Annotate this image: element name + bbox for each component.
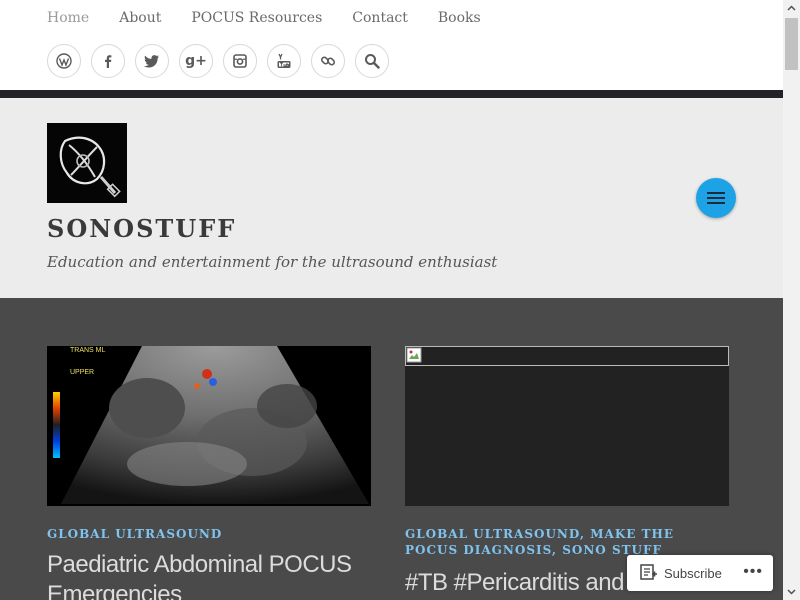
subscribe-button[interactable]: Subscribe: [664, 566, 722, 581]
header-divider: [0, 90, 783, 98]
nav-books[interactable]: Books: [438, 8, 481, 28]
social-links: g+: [47, 44, 399, 78]
link-icon: [320, 56, 336, 66]
link-button[interactable]: [311, 44, 345, 78]
nav-contact[interactable]: Contact: [352, 8, 408, 28]
scrollbar-thumb[interactable]: [785, 18, 798, 70]
scroll-down-arrow-icon[interactable]: [787, 587, 796, 596]
post-thumbnail[interactable]: [405, 346, 729, 506]
vertical-scrollbar[interactable]: [783, 0, 800, 600]
site-header: SONOSTUFF Education and entertainment fo…: [0, 98, 783, 298]
post-categories: GLOBAL ULTRASOUND: [47, 526, 371, 542]
category-link[interactable]: GLOBAL ULTRASOUND,: [405, 527, 585, 541]
youtube-button[interactable]: [267, 44, 301, 78]
google-plus-icon: g+: [185, 53, 207, 69]
post-card: TRANS ML UPPER GLOBAL ULTRASOUND Paediat…: [47, 346, 371, 600]
youtube-icon: [277, 53, 291, 68]
facebook-icon: [105, 55, 112, 68]
nav-home[interactable]: Home: [47, 8, 89, 28]
ultrasound-location-label: UPPER: [70, 369, 94, 376]
menu-toggle-button[interactable]: [696, 178, 736, 218]
site-tagline: Education and entertainment for the ultr…: [47, 253, 498, 271]
post-title[interactable]: Paediatric Abdominal POCUS Emergencies: [47, 550, 371, 600]
top-bar: Home About POCUS Resources Contact Books: [0, 0, 783, 90]
category-link[interactable]: GLOBAL ULTRASOUND: [47, 527, 222, 541]
scroll-up-arrow-icon[interactable]: [787, 4, 796, 13]
subscribe-widget: Subscribe •••: [627, 555, 773, 591]
more-options-button[interactable]: •••: [743, 563, 763, 581]
site-logo[interactable]: [47, 123, 127, 203]
wordpress-button[interactable]: [47, 44, 81, 78]
wordpress-icon: [56, 53, 72, 69]
post-categories: GLOBAL ULTRASOUND, MAKE THE POCUS DIAGNO…: [405, 526, 729, 558]
instagram-icon: [233, 54, 247, 68]
google-plus-button[interactable]: g+: [179, 44, 213, 78]
twitter-button[interactable]: [135, 44, 169, 78]
hamburger-menu-icon: [707, 192, 725, 204]
page: Home About POCUS Resources Contact Books: [0, 0, 783, 600]
broken-image-icon: [406, 347, 422, 363]
site-title[interactable]: SONOSTUFF: [47, 214, 236, 243]
nav-about[interactable]: About: [119, 8, 161, 28]
post-thumbnail[interactable]: TRANS ML UPPER: [47, 346, 371, 506]
main-nav: Home About POCUS Resources Contact Books: [47, 8, 511, 28]
broken-image-frame: [405, 346, 729, 366]
twitter-icon: [144, 55, 159, 68]
ultrasound-mode-label: TRANS ML: [70, 347, 106, 354]
facebook-button[interactable]: [91, 44, 125, 78]
ultrasound-probe-logo-icon: [47, 123, 127, 203]
instagram-button[interactable]: [223, 44, 257, 78]
search-icon: [365, 54, 380, 69]
nav-pocus-resources[interactable]: POCUS Resources: [191, 8, 322, 28]
follow-icon: [640, 564, 657, 580]
ultrasound-image: TRANS ML UPPER: [47, 346, 371, 506]
search-button[interactable]: [355, 44, 389, 78]
